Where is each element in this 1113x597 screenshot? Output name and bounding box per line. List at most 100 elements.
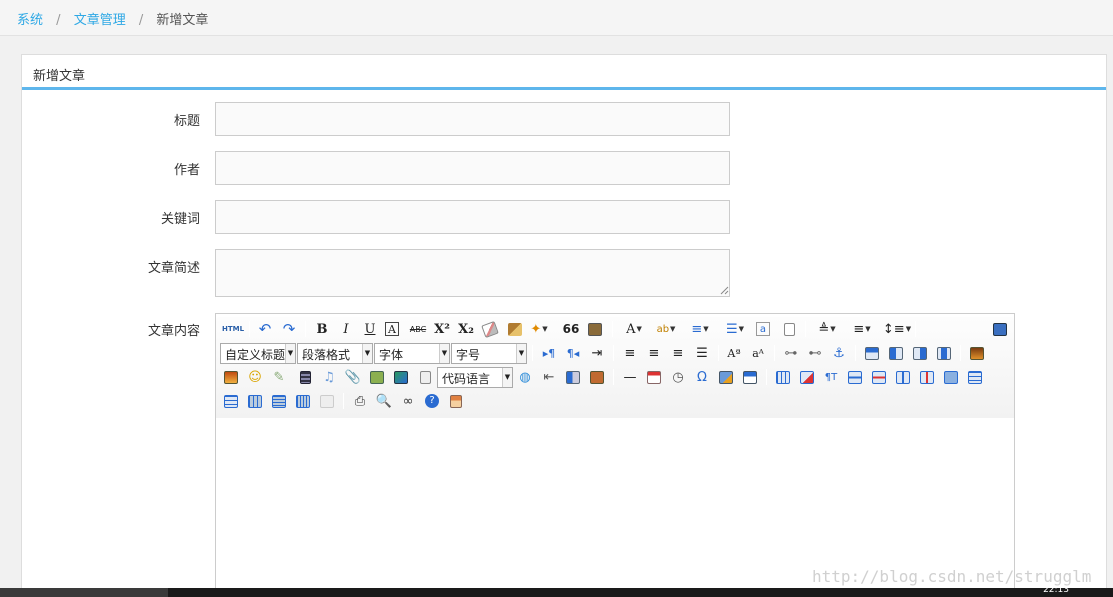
undo-icon[interactable]: ↶	[256, 320, 274, 338]
merge-cells-icon[interactable]	[942, 368, 960, 386]
snapscreen-icon[interactable]	[717, 368, 735, 386]
insert-col-icon[interactable]	[894, 368, 912, 386]
merge-right-icon[interactable]	[966, 368, 984, 386]
summary-textarea[interactable]	[215, 249, 730, 297]
drafts-icon[interactable]	[447, 392, 465, 410]
split-to-cols-icon[interactable]	[294, 392, 312, 410]
chevron-down-icon: ▼	[502, 368, 512, 387]
align-right-icon[interactable]: ≡	[669, 344, 687, 362]
forecolor-icon[interactable]: A ▼	[621, 320, 647, 338]
line-height-icon[interactable]: ↕≡ ▼	[883, 320, 911, 338]
insert-frame-icon[interactable]	[368, 368, 386, 386]
eraser-icon[interactable]	[481, 320, 499, 338]
template-icon[interactable]	[416, 368, 434, 386]
html-source-icon[interactable]: HTML	[222, 320, 244, 338]
panel-title: 新增文章	[22, 55, 1106, 90]
breadcrumb-system[interactable]: 系统	[17, 13, 43, 28]
code-language-select[interactable]: 代码语言 ▼	[437, 367, 513, 388]
page-break-icon[interactable]: ⇤	[540, 368, 558, 386]
ordered-list-icon[interactable]: ≡ ▼	[686, 320, 714, 338]
horizontal-rule-icon[interactable]: —	[621, 368, 639, 386]
subscript-icon[interactable]: X₂	[457, 320, 475, 338]
font-family-select[interactable]: 字体 ▼	[374, 343, 450, 364]
italic-icon[interactable]: I	[337, 320, 355, 338]
image-right-icon[interactable]	[911, 344, 929, 362]
background-icon[interactable]	[564, 368, 582, 386]
anchor-icon[interactable]: ⚓	[830, 344, 848, 362]
multi-image-icon[interactable]	[222, 368, 240, 386]
row-spacing-top-icon[interactable]: ≜ ▼	[813, 320, 841, 338]
print-icon[interactable]: ⎙	[351, 392, 369, 410]
align-center-icon[interactable]: ≡	[645, 344, 663, 362]
clear-doc-icon[interactable]	[780, 320, 798, 338]
keywords-input[interactable]	[215, 200, 730, 234]
insert-row-icon[interactable]	[846, 368, 864, 386]
keywords-label: 关键词	[160, 212, 200, 227]
webapp-icon[interactable]: ◍	[516, 368, 534, 386]
font-size-select[interactable]: 字号 ▼	[451, 343, 527, 364]
title-input[interactable]	[215, 102, 730, 136]
chevron-down-icon: ▼	[516, 344, 526, 363]
rtl-direction-icon[interactable]: ¶◂	[564, 344, 582, 362]
image-left-icon[interactable]	[887, 344, 905, 362]
time-icon[interactable]: ◷	[669, 368, 687, 386]
breadcrumb: 系统 / 文章管理 / 新增文章	[0, 0, 1113, 36]
attachment-icon[interactable]: 📎	[344, 368, 362, 386]
delete-col-icon[interactable]	[918, 368, 936, 386]
autotypeset-icon[interactable]: ✦ ▼	[530, 320, 548, 338]
insert-video-icon[interactable]	[296, 368, 314, 386]
align-left-icon[interactable]: ≡	[621, 344, 639, 362]
paste-plain-icon[interactable]	[586, 320, 604, 338]
underline-icon[interactable]: U	[361, 320, 379, 338]
superscript-icon[interactable]: X²	[433, 320, 451, 338]
toolbar-row-4: ⎙ 🔍 ∞ ?	[216, 389, 1014, 413]
resize-grip-icon[interactable]	[719, 285, 729, 295]
unlink-icon[interactable]: ⊷	[806, 344, 824, 362]
toolbar-row-3: ☺ ✎ ♫ 📎 代码语言 ▼ ◍ ⇤ — ◷ Ω ¶T	[216, 365, 1014, 389]
merge-down-icon[interactable]	[222, 392, 240, 410]
chart-icon[interactable]	[318, 392, 336, 410]
strikethrough-icon[interactable]: ABC	[409, 320, 427, 338]
to-lowercase-icon[interactable]: aᴬ	[749, 344, 767, 362]
help-icon[interactable]: ?	[423, 392, 441, 410]
image-center-icon[interactable]	[935, 344, 953, 362]
music-icon[interactable]: ♫	[320, 368, 338, 386]
font-border-icon[interactable]: A	[385, 322, 399, 336]
insert-paragraph-before-table-icon[interactable]: ¶T	[822, 368, 840, 386]
insert-image-icon[interactable]	[968, 344, 986, 362]
breadcrumb-article-management[interactable]: 文章管理	[74, 13, 126, 28]
map-icon[interactable]	[392, 368, 410, 386]
taskbar-item[interactable]	[0, 588, 168, 597]
delete-row-icon[interactable]	[870, 368, 888, 386]
scrawl-icon[interactable]: ✎	[270, 368, 288, 386]
unordered-list-icon[interactable]: ☰ ▼	[721, 320, 749, 338]
select-all-icon[interactable]: a	[756, 322, 770, 336]
ltr-direction-icon[interactable]: ▸¶	[540, 344, 558, 362]
blockquote-icon[interactable]: 66	[562, 320, 580, 338]
custom-heading-select[interactable]: 自定义标题 ▼	[220, 343, 296, 364]
special-chars-icon[interactable]: Ω	[693, 368, 711, 386]
search-replace-icon[interactable]: ∞	[399, 392, 417, 410]
date-icon[interactable]	[645, 368, 663, 386]
to-uppercase-icon[interactable]: Aª	[725, 344, 743, 362]
redo-icon[interactable]: ↷	[280, 320, 298, 338]
insert-table-icon[interactable]	[774, 368, 792, 386]
delete-table-icon[interactable]	[798, 368, 816, 386]
link-icon[interactable]: ⊶	[782, 344, 800, 362]
word-paste-icon[interactable]	[741, 368, 759, 386]
format-painter-icon[interactable]	[506, 320, 524, 338]
split-to-rows-icon[interactable]	[270, 392, 288, 410]
fullscreen-icon[interactable]	[991, 320, 1009, 338]
row-spacing-bottom-icon[interactable]: ≡ ▼	[848, 320, 876, 338]
backcolor-icon[interactable]: ab ▼	[652, 320, 680, 338]
emotion-icon[interactable]: ☺	[246, 368, 264, 386]
image-none-icon[interactable]	[863, 344, 881, 362]
bold-icon[interactable]: B	[313, 320, 331, 338]
align-justify-icon[interactable]: ☰	[693, 344, 711, 362]
author-input[interactable]	[215, 151, 730, 185]
preview-icon[interactable]: 🔍	[375, 392, 393, 410]
split-to-cells-icon[interactable]	[246, 392, 264, 410]
indent-icon[interactable]: ⇥	[588, 344, 606, 362]
paragraph-format-select[interactable]: 段落格式 ▼	[297, 343, 373, 364]
wordimage-icon[interactable]	[588, 368, 606, 386]
